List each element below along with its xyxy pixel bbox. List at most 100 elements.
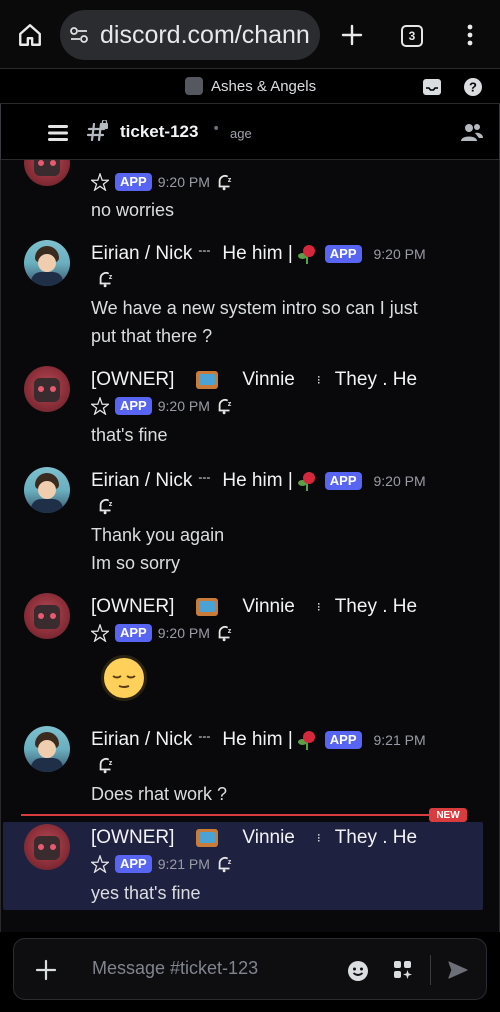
app-badge: APP [115,397,152,415]
message-input[interactable]: Message #ticket-123 [92,958,258,979]
app-badge: APP [324,245,362,263]
timestamp: 9:21 PM [157,856,210,872]
author-name-mid: Vinnie [242,827,295,848]
message-text: Thank you again [91,525,225,545]
timestamp: 9:21 PM [373,732,426,748]
author-line[interactable]: Eirian / Nick --- He him | APP 9:20 PM [91,470,426,492]
site-settings-icon[interactable] [68,24,90,46]
pentagram-icon [91,397,109,415]
message-text: put that there ? [91,326,213,346]
avatar[interactable] [24,160,70,186]
author-name: [OWNER] [91,596,175,617]
tv-icon [196,829,219,847]
channel-topic[interactable]: age [230,126,252,141]
bell-snooze-icon: z [97,270,115,288]
new-messages-divider [21,814,461,816]
message-text: Im so sorry [91,553,181,573]
author-name: [OWNER] [91,369,175,390]
tv-icon [196,371,219,389]
server-logo-icon [185,77,203,95]
url-text: discord.com/chann [100,20,310,49]
members-icon[interactable] [459,121,485,145]
hamburger-icon[interactable] [46,122,70,144]
pronoun-separator: ⁝ [316,600,321,614]
tab-switcher-button[interactable]: 3 [398,22,426,50]
message-list[interactable]: APP 9:20 PM z no worries Eirian / Nick -… [0,160,500,932]
relieved-face-emoji[interactable] [101,655,147,701]
message-text: We have a new system intro so can I just [91,298,418,318]
timestamp: 9:20 PM [373,246,426,262]
svg-text:z: z [109,758,113,767]
app-badge: APP [324,731,362,749]
rose-icon [297,244,317,264]
emoji-icon[interactable] [346,959,370,983]
svg-text:z: z [228,175,232,184]
tab-count: 3 [401,25,423,47]
timestamp: 9:20 PM [157,398,210,414]
author-pronouns: They . He [334,827,418,848]
browser-toolbar: discord.com/chann 3 [0,0,500,68]
app-badge: APP [115,855,152,873]
tv-icon [196,598,219,616]
new-messages-badge[interactable]: NEW [429,808,467,822]
bell-snooze-icon: z [97,756,115,774]
avatar[interactable] [24,824,70,870]
message-text: no worries [91,200,175,220]
message-meta: z [97,497,115,515]
svg-text:z: z [109,272,113,281]
author-line[interactable]: [OWNER] Vinnie ⁝ They . He [91,596,417,618]
avatar[interactable] [24,467,70,513]
channel-separator-dot: • [212,121,221,137]
inbox-icon[interactable] [421,76,443,98]
timestamp: 9:20 PM [157,174,210,190]
author-name: [OWNER] [91,827,175,848]
author-line[interactable]: Eirian / Nick --- He him | APP 9:21 PM [91,729,426,751]
author-pronouns: He him | [222,470,293,491]
bell-snooze-icon: z [216,855,234,873]
bell-snooze-icon: z [216,173,234,191]
server-title[interactable]: Ashes & Angels [185,77,316,95]
add-attachment-icon[interactable] [34,958,58,982]
rose-icon [297,730,317,750]
avatar[interactable] [24,593,70,639]
timestamp: 9:20 PM [157,625,210,641]
server-header: Ashes & Angels ? [0,68,500,104]
svg-text:z: z [109,499,113,508]
author-pronouns: They . He [334,369,418,390]
text-channel-locked-icon [85,119,111,145]
author-separator: --- [198,729,211,743]
author-name: Eirian / Nick [91,729,193,750]
new-tab-icon[interactable] [337,20,367,50]
message-meta: z [97,270,115,288]
channel-name[interactable]: ticket-123 [120,122,198,142]
rose-icon [297,471,317,491]
author-line[interactable]: [OWNER] Vinnie ⁝ They . He [91,827,417,849]
author-pronouns: They . He [334,596,418,617]
avatar[interactable] [24,726,70,772]
address-bar[interactable]: discord.com/chann [60,10,320,60]
author-separator: --- [198,243,211,257]
message-composer[interactable]: Message #ticket-123 [13,938,487,1000]
message-text: that's fine [91,425,168,445]
author-name: Eirian / Nick [91,470,193,491]
pronoun-separator: ⁝ [316,373,321,387]
pentagram-icon [91,624,109,642]
author-pronouns: He him | [222,243,293,264]
send-icon[interactable] [446,958,470,982]
avatar[interactable] [24,240,70,286]
help-icon[interactable]: ? [462,76,484,98]
apps-icon[interactable] [391,958,415,982]
pentagram-icon [91,173,109,191]
author-separator: --- [198,470,211,484]
author-line[interactable]: [OWNER] Vinnie ⁝ They . He [91,369,417,391]
author-line[interactable]: Eirian / Nick --- He him | APP 9:20 PM [91,243,426,265]
app-badge: APP [115,173,152,191]
author-name-mid: Vinnie [242,369,295,390]
bell-snooze-icon: z [216,397,234,415]
avatar[interactable] [24,366,70,412]
timestamp: 9:20 PM [373,473,426,489]
kebab-menu-icon[interactable] [458,20,482,50]
home-icon[interactable] [14,20,46,50]
author-name-mid: Vinnie [242,596,295,617]
bell-snooze-icon: z [216,624,234,642]
